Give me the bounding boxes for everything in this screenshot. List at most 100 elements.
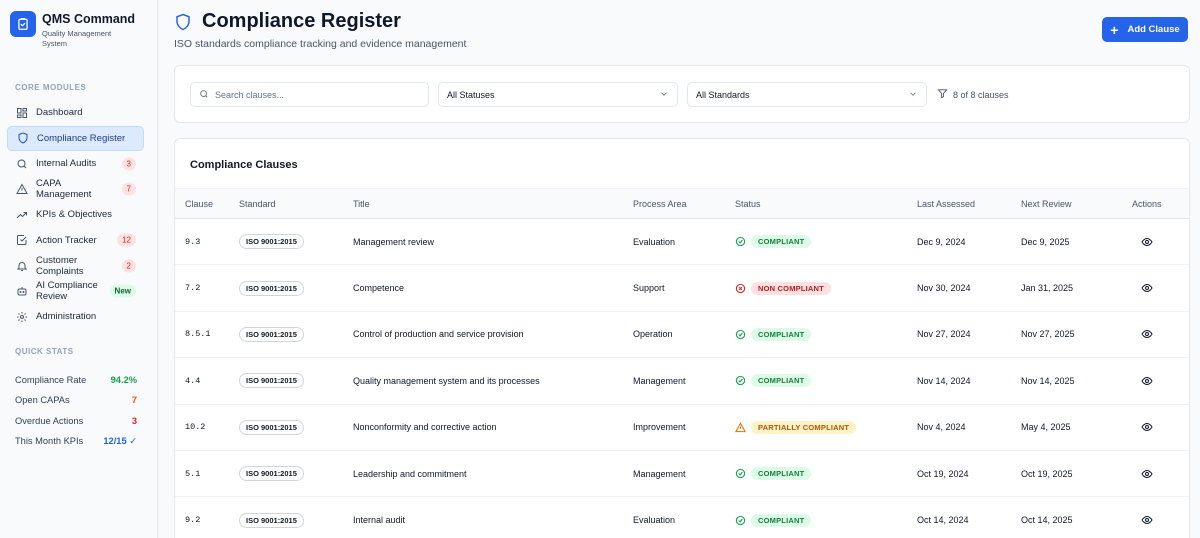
column-header[interactable]: Standard [239, 188, 353, 219]
check-circle-icon [735, 515, 746, 526]
standard-badge: ISO 9001:2015 [239, 466, 304, 482]
column-header[interactable]: Last Assessed [917, 188, 1021, 219]
status-badge: COMPLIANT [751, 235, 812, 249]
eye-icon[interactable] [1139, 419, 1155, 435]
next-review-cell: Oct 14, 2025 [1021, 496, 1121, 538]
sidebar-nav: Dashboard Compliance Register Internal A… [7, 100, 144, 330]
sidebar-item-label: Customer Complaints [36, 254, 84, 277]
actions-cell [1121, 264, 1189, 312]
count-badge: 7 [121, 182, 136, 196]
check-circle-icon [735, 375, 746, 386]
gear-icon [15, 310, 28, 323]
sidebar-item-ai-compliance-review[interactable]: AI Compliance Review New [7, 279, 144, 305]
filter-icon [937, 88, 948, 101]
core-modules-label: CORE MODULES [15, 83, 87, 92]
search-box[interactable] [190, 82, 429, 107]
column-header[interactable]: Next Review [1021, 188, 1121, 219]
sidebar-item-internal-audits[interactable]: Internal Audits 3 [7, 151, 144, 177]
table-row[interactable]: 10.2 ISO 9001:2015 Nonconformity and corre… [175, 404, 1189, 451]
shield-icon [174, 12, 194, 32]
sidebar: QMS Command Quality Management System CO… [0, 0, 158, 538]
actions-cell [1121, 218, 1189, 266]
clause-cell: 4.4 [175, 357, 239, 405]
page-subtitle: ISO standards compliance tracking and ev… [174, 38, 467, 50]
table-row[interactable]: 5.1 ISO 9001:2015 Leadership and commitmen… [175, 450, 1189, 498]
new-badge: New [109, 284, 136, 298]
search-input[interactable] [215, 89, 415, 100]
column-header[interactable]: Clause [175, 188, 239, 219]
clause-cell: 8.5.1 [175, 311, 239, 359]
sidebar-item-label: AI Compliance Review [36, 280, 98, 303]
column-header[interactable]: Title [353, 188, 633, 219]
check-circle-icon [735, 329, 746, 340]
search-icon [199, 88, 209, 102]
title-cell: Leadership and commitment [353, 450, 633, 498]
status-filter-select[interactable]: All Statuses [438, 82, 678, 107]
table-row[interactable]: 8.5.1 ISO 9001:2015 Control of production … [175, 311, 1189, 359]
eye-icon[interactable] [1139, 512, 1155, 528]
sidebar-item-dashboard[interactable]: Dashboard [7, 100, 144, 126]
column-header[interactable]: Process Area [633, 188, 735, 219]
sidebar-item-capa-management[interactable]: CAPA Management 7 [7, 177, 144, 203]
standard-cell: ISO 9001:2015 [239, 450, 353, 498]
brand[interactable]: QMS Command Quality Management System [10, 11, 135, 49]
add-clause-label: Add Clause [1127, 24, 1180, 35]
sidebar-item-action-tracker[interactable]: Action Tracker 12 [7, 228, 144, 254]
check-circle-icon [735, 236, 746, 247]
standard-filter-select[interactable]: All Standards [687, 82, 927, 107]
eye-icon[interactable] [1139, 234, 1155, 250]
main-content: Compliance Register ISO standards compli… [158, 0, 1200, 538]
sidebar-item-kpis[interactable]: KPIs & Objectives [7, 202, 144, 228]
next-review-cell: May 4, 2025 [1021, 404, 1121, 451]
table-row[interactable]: 4.4 ISO 9001:2015 Quality management syste… [175, 357, 1189, 405]
last-assessed-cell: Oct 14, 2024 [917, 496, 1021, 538]
process-area-cell: Support [633, 264, 735, 312]
chevron-down-icon [908, 89, 918, 101]
page-header: Compliance Register ISO standards compli… [174, 10, 466, 50]
status-cell: COMPLIANT [735, 450, 917, 498]
clipboard-check-icon [10, 11, 36, 37]
status-cell: NON COMPLIANT [735, 264, 917, 312]
add-clause-button[interactable]: + Add Clause [1102, 17, 1188, 42]
actions-cell [1121, 496, 1189, 538]
sidebar-item-customer-complaints[interactable]: Customer Complaints 2 [7, 253, 144, 279]
table-row[interactable]: 7.2 ISO 9001:2015 Competence Support NON COM… [175, 264, 1189, 312]
actions-cell [1121, 357, 1189, 405]
sidebar-item-compliance-register[interactable]: Compliance Register [7, 125, 144, 151]
eye-icon[interactable] [1139, 466, 1155, 482]
sidebar-item-label: KPIs & Objectives [36, 209, 113, 221]
actions-cell [1121, 311, 1189, 359]
quick-stats-label: QUICK STATS [15, 347, 74, 356]
title-cell: Internal audit [353, 496, 633, 538]
eye-icon[interactable] [1139, 280, 1155, 296]
clauses-table-card: Compliance Clauses Clause Standard Title… [174, 138, 1190, 538]
clause-cell: 9.3 [175, 218, 239, 266]
table-row[interactable]: 9.3 ISO 9001:2015 Management review Evaluat… [175, 218, 1189, 266]
title-cell: Control of production and service provis… [353, 311, 633, 359]
eye-icon[interactable] [1139, 326, 1155, 342]
table-row[interactable]: 9.2 ISO 9001:2015 Internal audit Evaluation… [175, 496, 1189, 538]
chevron-down-icon [659, 89, 669, 101]
status-cell: PARTIALLY COMPLIANT [735, 404, 917, 451]
stat-overdue-actions: Overdue Actions 3 [15, 415, 137, 426]
clause-cell: 9.2 [175, 496, 239, 538]
count-badge: 3 [121, 157, 136, 171]
next-review-cell: Nov 14, 2025 [1021, 357, 1121, 405]
eye-icon[interactable] [1139, 373, 1155, 389]
last-assessed-cell: Oct 19, 2024 [917, 450, 1021, 498]
status-filter-value: All Statuses [447, 89, 495, 100]
title-cell: Nonconformity and corrective action [353, 404, 633, 451]
column-header[interactable]: Status [735, 188, 917, 219]
sidebar-item-label: Internal Audits [36, 158, 97, 170]
next-review-cell: Nov 27, 2025 [1021, 311, 1121, 359]
title-cell: Quality management system and its proces… [353, 357, 633, 405]
actions-cell [1121, 404, 1189, 451]
status-badge: PARTIALLY COMPLIANT [751, 420, 857, 434]
check-square-icon [15, 234, 28, 247]
sidebar-item-administration[interactable]: Administration [7, 304, 144, 330]
status-cell: COMPLIANT [735, 218, 917, 266]
trending-up-icon [15, 208, 28, 221]
search-icon [15, 157, 28, 170]
standard-badge: ISO 9001:2015 [239, 419, 304, 435]
sidebar-item-label: CAPA Management [36, 178, 92, 201]
